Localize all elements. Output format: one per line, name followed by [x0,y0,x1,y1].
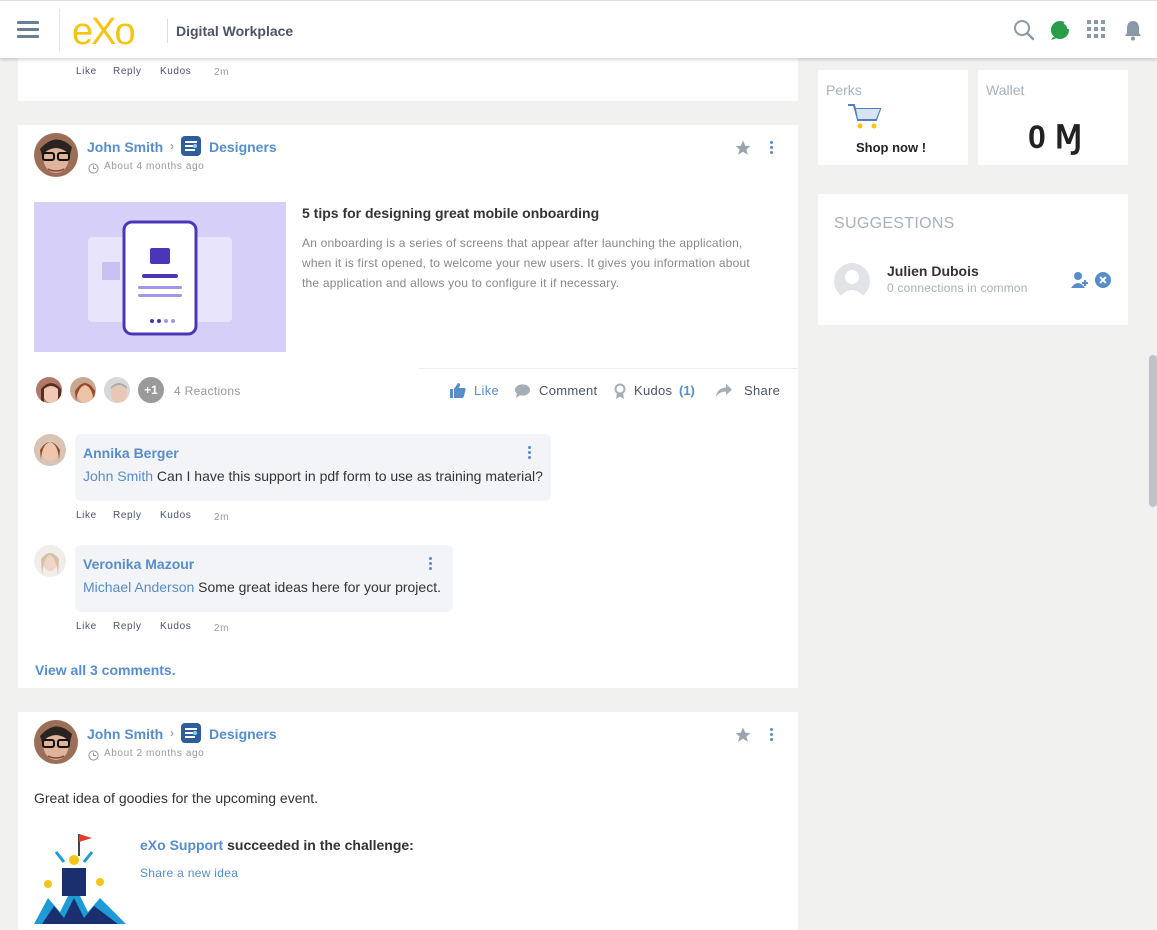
comment-text: John Smith Can I have this support in pd… [83,468,543,484]
hamburger-menu-icon[interactable] [17,21,39,39]
widget-title: SUGGESTIONS [834,215,955,232]
view-all-comments-link[interactable]: View all 3 comments. [35,662,176,678]
description-line: the application and allows you to config… [302,276,620,290]
wallet-balance[interactable]: 0 Ɱ [1028,118,1082,156]
comment-time: 2m [214,623,230,634]
wallet-widget: Wallet 0 Ɱ [978,70,1128,165]
comment-reply-link[interactable]: Reply [113,621,142,632]
site-title[interactable]: Digital Workplace [176,23,293,39]
space-avatar-icon[interactable] [181,136,201,156]
comment-reply-link[interactable]: Reply [113,510,142,521]
comment-kudos-link[interactable]: Kudos [160,510,191,521]
comment-kudos-link[interactable]: Kudos [160,621,191,632]
link-preview-image[interactable] [34,202,286,352]
author-avatar[interactable] [34,720,78,764]
kudos-button[interactable]: Kudos [634,383,672,398]
page-scrollbar-thumb[interactable] [1149,355,1157,507]
description-line: when it is first opened, to welcome your… [302,256,750,270]
comment-like-link[interactable]: Like [76,510,97,521]
reactor-avatar[interactable] [34,375,64,405]
widget-title[interactable]: Perks [826,82,862,98]
mention-link[interactable]: John Smith [83,468,153,484]
clock-icon [88,748,99,766]
kudos-award-icon[interactable] [614,383,626,404]
suggestion-subtitle: 0 connections in common [887,281,1028,295]
space-avatar-icon[interactable] [181,723,201,743]
comment-author[interactable]: Veronika Mazour [83,556,194,572]
author-name[interactable]: John Smith [87,726,163,742]
add-connection-icon[interactable] [1071,271,1089,294]
svg-text:eXo: eXo [72,13,134,49]
author-avatar[interactable] [34,133,78,177]
reactions-count[interactable]: 4 Reactions [174,384,241,398]
space-name[interactable]: Designers [209,139,277,155]
challenge-summary: eXo Support succeeded in the challenge: [140,837,414,853]
link-preview-description: An onboarding is a series of screens tha… [302,233,750,293]
top-navigation-bar: eXo Digital Workplace [0,0,1157,58]
comment-menu-kebab-icon[interactable] [429,557,433,572]
post-menu-kebab-icon[interactable] [770,728,774,743]
comment-body: Some great ideas here for your project. [194,579,441,595]
comment-body: Can I have this support in pdf form to u… [153,468,543,484]
mention-link[interactable]: Michael Anderson [83,579,194,595]
chevron-right-icon: › [170,726,174,740]
comment-time: 2m [214,512,230,523]
shopping-cart-icon[interactable] [848,102,882,135]
challenge-link[interactable]: Share a new idea [140,866,238,880]
share-arrow-icon[interactable] [716,384,732,402]
comment-menu-kebab-icon[interactable] [528,446,532,461]
post-time[interactable]: About 2 months ago [104,748,204,759]
reactor-avatar[interactable] [102,375,132,405]
dismiss-suggestion-icon[interactable] [1095,272,1111,293]
comment-time: 2m [214,67,230,78]
suggestions-widget: SUGGESTIONS Julien Dubois 0 connections … [818,194,1128,325]
chevron-right-icon: › [170,139,174,153]
commenter-avatar[interactable] [34,545,66,577]
reactor-avatar[interactable] [68,375,98,405]
description-line: An onboarding is a series of screens tha… [302,236,743,250]
suggestion-name[interactable]: Julien Dubois [887,263,979,279]
space-name[interactable]: Designers [209,726,277,742]
like-button[interactable]: Like [474,383,499,398]
comment-bubble-icon[interactable] [515,384,530,403]
comment-author[interactable]: Annika Berger [83,445,179,461]
post-menu-kebab-icon[interactable] [770,141,774,156]
thumbs-up-icon[interactable] [450,383,466,403]
post-time[interactable]: About 4 months ago [104,161,204,172]
challenge-text: succeeded in the challenge: [223,837,414,853]
chat-icon[interactable] [1049,19,1071,41]
activity-card: John Smith › Designers About 2 months ag… [18,712,798,930]
author-name[interactable]: John Smith [87,139,163,155]
search-icon[interactable] [1013,19,1035,41]
more-reactors-badge[interactable]: +1 [136,375,166,405]
challenge-actor-link[interactable]: eXo Support [140,837,223,853]
comment-reply-link[interactable]: Reply [113,66,142,77]
star-favorite-icon[interactable] [734,139,752,162]
perks-widget: Perks Shop now ! [818,70,968,165]
suggestion-avatar[interactable] [834,263,870,299]
divider [167,19,168,43]
link-preview-title[interactable]: 5 tips for designing great mobile onboar… [302,205,599,221]
clock-icon [88,161,99,179]
comment-text: Michael Anderson Some great ideas here f… [83,579,441,595]
notification-bell-icon[interactable] [1123,19,1145,41]
app-launcher-grid-icon[interactable] [1086,19,1108,41]
share-button[interactable]: Share [744,383,780,398]
divider [59,9,60,51]
shop-now-button[interactable]: Shop now ! [856,140,926,155]
comment-like-link[interactable]: Like [76,621,97,632]
exo-logo[interactable]: eXo [72,11,156,54]
divider [418,368,798,369]
comment-kudos-link[interactable]: Kudos [160,66,191,77]
post-body-text: Great idea of goodies for the upcoming e… [34,790,319,806]
widget-title[interactable]: Wallet [986,82,1024,98]
star-favorite-icon[interactable] [734,726,752,749]
challenge-illustration [34,832,126,924]
kudos-count[interactable]: (1) [679,383,695,398]
activity-card: John Smith › Designers About 4 months ag… [18,125,798,688]
comment-like-link[interactable]: Like [76,66,97,77]
comment-button[interactable]: Comment [539,383,597,398]
commenter-avatar[interactable] [34,434,66,466]
